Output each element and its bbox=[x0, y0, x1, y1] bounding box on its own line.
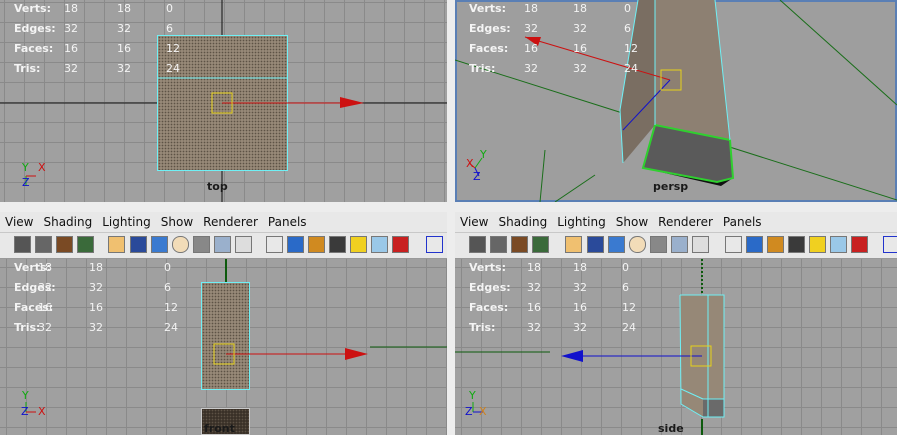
texture-res-icon[interactable] bbox=[851, 236, 868, 253]
menu-view[interactable]: View bbox=[0, 212, 38, 229]
panel-toolbar bbox=[455, 233, 897, 259]
hud-icon[interactable] bbox=[809, 236, 826, 253]
menu-view[interactable]: View bbox=[455, 212, 493, 229]
menu-panels[interactable]: Panels bbox=[263, 212, 312, 229]
top-viewport-pane[interactable]: Verts: 18 18 0 Edges: 32 32 6 Faces: 16 16 12 Tri… bbox=[0, 0, 447, 202]
persp-viewport[interactable]: Verts: 18 18 0 Edges: 32 32 6 Faces: 16 16 12 Tri… bbox=[455, 0, 897, 202]
grid-plane-icon[interactable] bbox=[565, 236, 582, 253]
front-panel: View Shading Lighting Show Renderer Panels bbox=[0, 212, 447, 435]
axis-y-label: Y bbox=[480, 148, 487, 161]
smooth-shade-icon[interactable] bbox=[151, 236, 168, 253]
axis-x-label: X bbox=[466, 157, 474, 170]
camera-attr-icon[interactable] bbox=[35, 236, 52, 253]
textured-icon[interactable] bbox=[266, 236, 283, 253]
isolate-icon[interactable] bbox=[172, 236, 189, 253]
default-light-icon[interactable] bbox=[746, 236, 763, 253]
marquee-icon[interactable] bbox=[426, 236, 443, 253]
axis-z-label: Z bbox=[22, 176, 30, 189]
wireframe-icon[interactable] bbox=[130, 236, 147, 253]
move-x-arrow bbox=[340, 97, 364, 108]
menu-show[interactable]: Show bbox=[156, 212, 198, 229]
menu-lighting[interactable]: Lighting bbox=[97, 212, 156, 229]
film-gate-icon[interactable] bbox=[235, 236, 252, 253]
poly-count-hud: Verts: 18 18 0 Edges: 32 32 6 Faces: 16 16 12 Tri… bbox=[469, 261, 636, 334]
smooth-shade-icon[interactable] bbox=[608, 236, 625, 253]
top-viewport[interactable]: Verts: 18 18 0 Edges: 32 32 6 Faces: 16 16 12 Tri… bbox=[0, 0, 447, 202]
persp-viewport-pane[interactable]: Verts: 18 18 0 Edges: 32 32 6 Faces: 16 16 12 Tri… bbox=[455, 0, 897, 202]
viewport-label-front: front bbox=[204, 422, 235, 435]
viewport-label-persp: persp bbox=[653, 180, 689, 193]
ambient-light-icon[interactable] bbox=[371, 236, 388, 253]
axis-y-label: Y bbox=[22, 161, 29, 174]
texture-res-icon[interactable] bbox=[392, 236, 409, 253]
persp-scene bbox=[455, 0, 897, 202]
vertical-separator[interactable] bbox=[447, 0, 455, 435]
front-viewport[interactable]: Verts: 18 18 0 Edges: 32 32 6 Faces: 16 16 12 Tri… bbox=[0, 259, 447, 435]
move-z-arrow bbox=[561, 350, 583, 362]
resolution-gate-icon[interactable] bbox=[214, 236, 231, 253]
shadow-icon[interactable] bbox=[329, 236, 346, 253]
axis-z-label: Z bbox=[21, 405, 29, 418]
menu-renderer[interactable]: Renderer bbox=[198, 212, 263, 229]
panel-toolbar bbox=[0, 233, 447, 259]
axis-x-label: X bbox=[38, 161, 46, 174]
menu-lighting[interactable]: Lighting bbox=[552, 212, 611, 229]
bookmark-icon[interactable] bbox=[511, 236, 528, 253]
wireframe-icon[interactable] bbox=[587, 236, 604, 253]
textured-icon[interactable] bbox=[725, 236, 742, 253]
lights-icon[interactable] bbox=[308, 236, 325, 253]
menu-renderer[interactable]: Renderer bbox=[653, 212, 718, 229]
camera-select-icon[interactable] bbox=[469, 236, 486, 253]
menu-show[interactable]: Show bbox=[611, 212, 653, 229]
poly-count-hud: Verts: 18 18 0 Edges: 32 32 6 Faces: 16 16 12 Tri… bbox=[14, 2, 180, 75]
xray-icon[interactable] bbox=[193, 236, 210, 253]
panel-menu-bar: View Shading Lighting Show Renderer Panels bbox=[0, 212, 447, 232]
film-gate-icon[interactable] bbox=[692, 236, 709, 253]
side-panel: View Shading Lighting Show Renderer Panels bbox=[455, 212, 897, 435]
axis-y-label: Y bbox=[22, 389, 29, 402]
axis-x-label: X bbox=[38, 405, 46, 418]
move-x-arrow bbox=[345, 348, 368, 360]
resolution-gate-icon[interactable] bbox=[671, 236, 688, 253]
axis-z-label: Z bbox=[473, 170, 481, 183]
marquee-icon[interactable] bbox=[883, 236, 897, 253]
side-viewport[interactable]: Verts: 18 18 0 Edges: 32 32 6 Faces: 16 16 12 Tri… bbox=[455, 259, 897, 435]
side-scene bbox=[455, 259, 725, 435]
ambient-light-icon[interactable] bbox=[830, 236, 847, 253]
grid-plane-icon[interactable] bbox=[108, 236, 125, 253]
shadow-icon[interactable] bbox=[788, 236, 805, 253]
bookmark-icon[interactable] bbox=[56, 236, 73, 253]
panel-menu-bar: View Shading Lighting Show Renderer Panels bbox=[455, 212, 897, 232]
default-light-icon[interactable] bbox=[287, 236, 304, 253]
hud-icon[interactable] bbox=[350, 236, 367, 253]
axis-z-label: Z bbox=[465, 405, 473, 418]
viewport-label-side: side bbox=[658, 422, 684, 435]
axis-y-label: Y bbox=[469, 389, 476, 402]
lights-icon[interactable] bbox=[767, 236, 784, 253]
image-plane-icon[interactable] bbox=[77, 236, 94, 253]
menu-shading[interactable]: Shading bbox=[38, 212, 97, 229]
camera-attr-icon[interactable] bbox=[490, 236, 507, 253]
image-plane-icon[interactable] bbox=[532, 236, 549, 253]
xray-icon[interactable] bbox=[650, 236, 667, 253]
horizontal-separator[interactable] bbox=[0, 202, 897, 212]
menu-panels[interactable]: Panels bbox=[718, 212, 767, 229]
axis-x-label: X bbox=[479, 405, 487, 418]
poly-count-hud: Verts: 18 18 0 Edges: 32 32 6 Faces: 16 16 12 Tri… bbox=[14, 261, 178, 334]
camera-select-icon[interactable] bbox=[14, 236, 31, 253]
isolate-icon[interactable] bbox=[629, 236, 646, 253]
menu-shading[interactable]: Shading bbox=[493, 212, 552, 229]
poly-count-hud: Verts: 18 18 0 Edges: 32 32 6 Faces: 16 16 12 Tri… bbox=[469, 2, 638, 75]
viewport-label-top: top bbox=[207, 180, 228, 193]
